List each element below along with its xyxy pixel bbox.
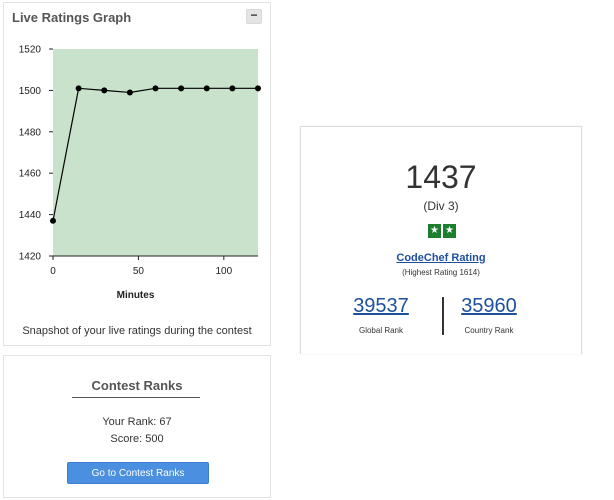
data-point <box>50 217 56 224</box>
data-point <box>229 85 236 92</box>
y-tick-label: 1480 <box>19 127 42 138</box>
global-rank-link[interactable]: 39537 <box>321 295 441 318</box>
y-tick-label: 1420 <box>19 252 42 263</box>
star-rating: ★ ★ <box>428 224 456 238</box>
data-point <box>203 85 210 92</box>
y-tick-label: 1520 <box>19 45 42 56</box>
data-point <box>126 89 133 96</box>
country-rank-label: Country Rank <box>464 326 514 335</box>
score: Score: 500 <box>110 433 164 445</box>
global-rank-label: Global Rank <box>358 326 404 335</box>
data-point <box>101 87 108 94</box>
rating-card: 1437 (Div 3) ★ ★ CodeChef Rating (Highes… <box>300 126 582 354</box>
panel-title: Live Ratings Graph <box>12 10 132 25</box>
collapse-button[interactable]: − <box>246 9 262 24</box>
country-rank-link[interactable]: 35960 <box>429 295 549 318</box>
current-rating: 1437 <box>405 159 477 195</box>
highest-rating: (Highest Rating 1614) <box>402 268 480 277</box>
panel-header: Live Ratings Graph − <box>4 3 270 31</box>
data-point <box>178 85 185 92</box>
star-icon: ★ <box>428 224 441 238</box>
star-icon: ★ <box>443 224 456 238</box>
plot-area <box>53 49 258 256</box>
graph-caption: Snapshot of your live ratings during the… <box>22 325 252 337</box>
x-tick-label: 0 <box>50 266 56 277</box>
title-underline <box>72 397 200 398</box>
data-point <box>255 85 261 92</box>
codechef-rating-link[interactable]: CodeChef Rating <box>301 252 581 264</box>
x-tick-label: 50 <box>133 266 145 277</box>
ratings-graph: 1420 1440 1460 1480 1500 1520 0 50 100 Minutes <box>19 45 261 301</box>
contest-ranks-panel: Contest Ranks Your Rank: 67 Score: 500 G… <box>3 355 271 498</box>
y-tick-label: 1500 <box>19 86 42 97</box>
data-point <box>152 85 159 92</box>
your-rank: Your Rank: 67 <box>102 416 172 428</box>
live-ratings-panel: Live Ratings Graph − 1420 1440 1460 1480 150… <box>3 2 271 346</box>
division-label: (Div 3) <box>423 199 459 213</box>
x-axis-label: Minutes <box>117 290 155 301</box>
country-rank-block: 35960 Country Rank <box>429 295 549 335</box>
global-rank-block: 39537 Global Rank <box>321 295 441 335</box>
contest-ranks-title: Contest Ranks <box>91 378 183 393</box>
y-tick-label: 1440 <box>19 210 42 221</box>
x-tick-label: 100 <box>215 266 232 277</box>
data-point <box>75 85 82 92</box>
go-to-contest-ranks-button[interactable]: Go to Contest Ranks <box>67 462 209 484</box>
y-tick-label: 1460 <box>19 169 42 180</box>
